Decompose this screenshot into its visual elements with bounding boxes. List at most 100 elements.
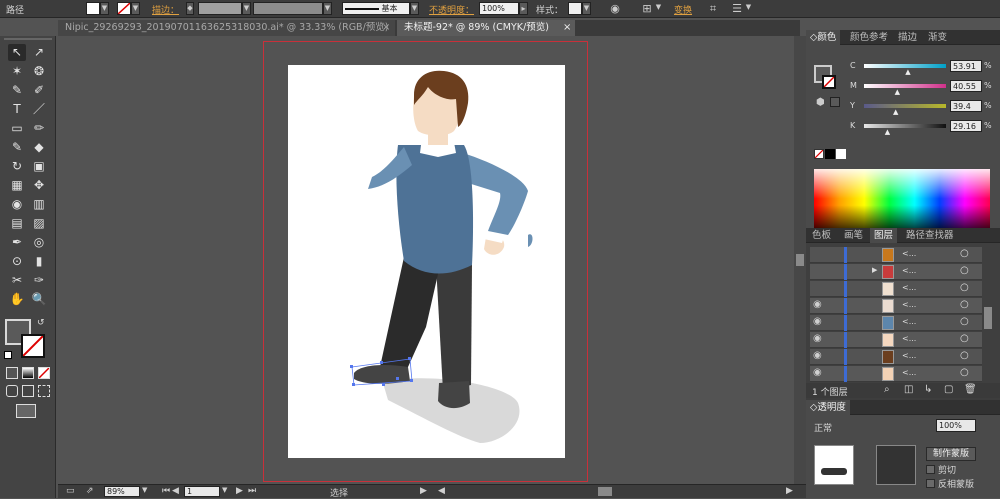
layer-name[interactable]: <... <box>902 351 916 360</box>
target-circle-icon[interactable]: ○ <box>960 265 969 276</box>
visibility-eye-icon[interactable]: ◉ <box>813 333 822 344</box>
layer-row[interactable]: ▶ <... ○ <box>810 264 982 280</box>
blend-tool-icon[interactable]: ◎ <box>30 234 48 251</box>
clip-checkbox[interactable] <box>926 465 935 474</box>
layer-name[interactable]: <... <box>902 368 916 377</box>
stroke-weight-stepper[interactable]: ◆ <box>186 2 194 15</box>
type-tool-icon[interactable]: T <box>8 101 26 118</box>
transparency-opacity-field[interactable]: 100% <box>936 419 976 432</box>
close-icon[interactable]: × <box>563 20 571 36</box>
visibility-eye-icon[interactable]: ◉ <box>813 350 822 361</box>
default-colors-icon[interactable] <box>4 351 12 359</box>
draw-normal-icon[interactable] <box>6 385 18 397</box>
swap-fill-stroke-icon[interactable]: ↺ <box>37 318 45 328</box>
expand-arrow-icon[interactable]: ▶ <box>872 266 877 274</box>
layer-name[interactable]: <... <box>902 266 916 275</box>
last-artboard-icon[interactable]: ⏭ <box>248 486 256 496</box>
artboard-tool-icon[interactable]: ✂ <box>8 272 26 289</box>
tab-color-guide[interactable]: 颜色参考 <box>846 30 892 45</box>
fill-dropdown-icon[interactable]: ▼ <box>100 2 109 15</box>
screen-mode-icon[interactable] <box>16 404 36 418</box>
tab-color[interactable]: ◇颜色 <box>806 30 841 45</box>
brush-style-field[interactable]: 基本 <box>342 2 410 15</box>
tab-transparency[interactable]: ◇透明度 <box>806 400 850 415</box>
cmyk-slider-track[interactable] <box>864 84 946 88</box>
stroke-weight-field[interactable] <box>198 2 242 15</box>
visibility-eye-icon[interactable]: ◉ <box>813 367 822 378</box>
none-swatch[interactable] <box>814 149 824 159</box>
perspective-grid-tool-icon[interactable]: ▥ <box>30 196 48 213</box>
make-clipping-mask-icon[interactable]: ◫ <box>904 384 913 395</box>
locate-object-icon[interactable]: ⌕ <box>884 384 890 395</box>
tab-pathfinder[interactable]: 路径查找器 <box>902 228 958 243</box>
next-artboard-icon[interactable]: ▶ <box>236 486 243 496</box>
zoom-tool-icon[interactable]: 🔍 <box>30 291 48 308</box>
layer-row[interactable]: <... ○ <box>810 281 982 297</box>
character-illustration[interactable] <box>288 65 565 458</box>
cmyk-slider-track[interactable] <box>864 104 946 108</box>
scale-tool-icon[interactable]: ▣ <box>30 158 48 175</box>
cmyk-slider-track[interactable] <box>864 124 946 128</box>
tab-layers[interactable]: 图层 <box>870 228 898 243</box>
delete-layer-icon[interactable]: 🗑 <box>964 384 977 395</box>
tab-swatches[interactable]: 色板 <box>808 228 835 243</box>
cmyk-value-field[interactable]: 29.16 <box>950 120 982 132</box>
artboard[interactable] <box>288 65 565 458</box>
layer-row[interactable]: ◉ <... ○ <box>810 298 982 314</box>
layer-row[interactable]: ◉ <... ○ <box>810 366 982 382</box>
visibility-eye-icon[interactable]: ◉ <box>813 316 822 327</box>
eraser-tool-icon[interactable]: ◆ <box>30 139 48 156</box>
align-dropdown-icon[interactable]: ▼ <box>654 2 663 15</box>
layer-row[interactable]: <... ○ <box>810 247 982 263</box>
stroke-weight-dropdown-icon[interactable]: ▼ <box>242 2 251 15</box>
magic-wand-tool-icon[interactable]: ✶ <box>8 63 26 80</box>
target-circle-icon[interactable]: ○ <box>960 299 969 310</box>
tab-stroke[interactable]: 描边 <box>894 30 921 45</box>
slice-tool-icon[interactable]: ✑ <box>30 272 48 289</box>
rotate-tool-icon[interactable]: ↻ <box>8 158 26 175</box>
black-swatch[interactable] <box>825 149 835 159</box>
new-sublayer-icon[interactable]: ↳ <box>924 384 932 395</box>
cmyk-slider-thumb[interactable]: ▲ <box>895 88 900 96</box>
rectangle-tool-icon[interactable]: ▭ <box>8 120 26 137</box>
draw-behind-icon[interactable] <box>22 385 34 397</box>
direct-selection-tool-icon[interactable]: ↗ <box>30 44 48 61</box>
layer-row[interactable]: ◉ <... ○ <box>810 349 982 365</box>
stroke-color-box[interactable] <box>21 334 45 358</box>
share-icon[interactable]: ⇗ <box>86 486 94 496</box>
cmyk-value-field[interactable]: 53.91 <box>950 60 982 72</box>
artboard-options-icon[interactable]: ▭ <box>66 486 75 496</box>
target-circle-icon[interactable]: ○ <box>960 350 969 361</box>
brush-style-dropdown-icon[interactable]: ▼ <box>410 2 419 15</box>
vertical-scroll-thumb[interactable] <box>796 254 804 266</box>
eyedropper-tool-icon[interactable]: ✒ <box>8 234 26 251</box>
line-segment-tool-icon[interactable]: ／ <box>30 101 48 118</box>
vertical-scrollbar[interactable] <box>794 36 806 484</box>
layer-name[interactable]: <... <box>902 317 916 326</box>
tab-untitled-92[interactable]: 未标题-92* @ 89% (CMYK/预览) × <box>397 20 575 36</box>
pencil-tool-icon[interactable]: ✎ <box>8 139 26 156</box>
layer-row[interactable]: ◉ <... ○ <box>810 315 982 331</box>
stroke-label[interactable]: 描边： <box>152 3 179 16</box>
object-thumbnail[interactable] <box>814 445 854 485</box>
cmyk-value-field[interactable]: 40.55 <box>950 80 982 92</box>
tools-grip[interactable] <box>4 38 52 40</box>
tab-gradient[interactable]: 渐变 <box>924 30 951 45</box>
color-mode-icon[interactable] <box>6 367 18 379</box>
symbol-sprayer-tool-icon[interactable]: ⊙ <box>8 253 26 270</box>
first-artboard-icon[interactable]: ⏮ <box>162 486 170 496</box>
new-layer-icon[interactable]: ▢ <box>944 384 953 395</box>
make-mask-button[interactable]: 制作蒙版 <box>926 447 976 461</box>
target-circle-icon[interactable]: ○ <box>960 367 969 378</box>
mask-thumbnail[interactable] <box>876 445 916 485</box>
cmyk-value-field[interactable]: 39.4 <box>950 100 982 112</box>
selection-tool-icon[interactable]: ↖ <box>8 44 26 61</box>
blend-mode-value[interactable]: 正常 <box>814 421 832 434</box>
none-mode-icon[interactable] <box>38 367 50 379</box>
gradient-tool-icon[interactable]: ▨ <box>30 215 48 232</box>
tab-nipic-document[interactable]: Nipic_29269293_20190701163625318030.ai* … <box>58 20 395 36</box>
visibility-eye-icon[interactable]: ◉ <box>813 299 822 310</box>
close-icon[interactable]: × <box>382 20 390 36</box>
mesh-tool-icon[interactable]: ▤ <box>8 215 26 232</box>
draw-inside-icon[interactable] <box>38 385 50 397</box>
